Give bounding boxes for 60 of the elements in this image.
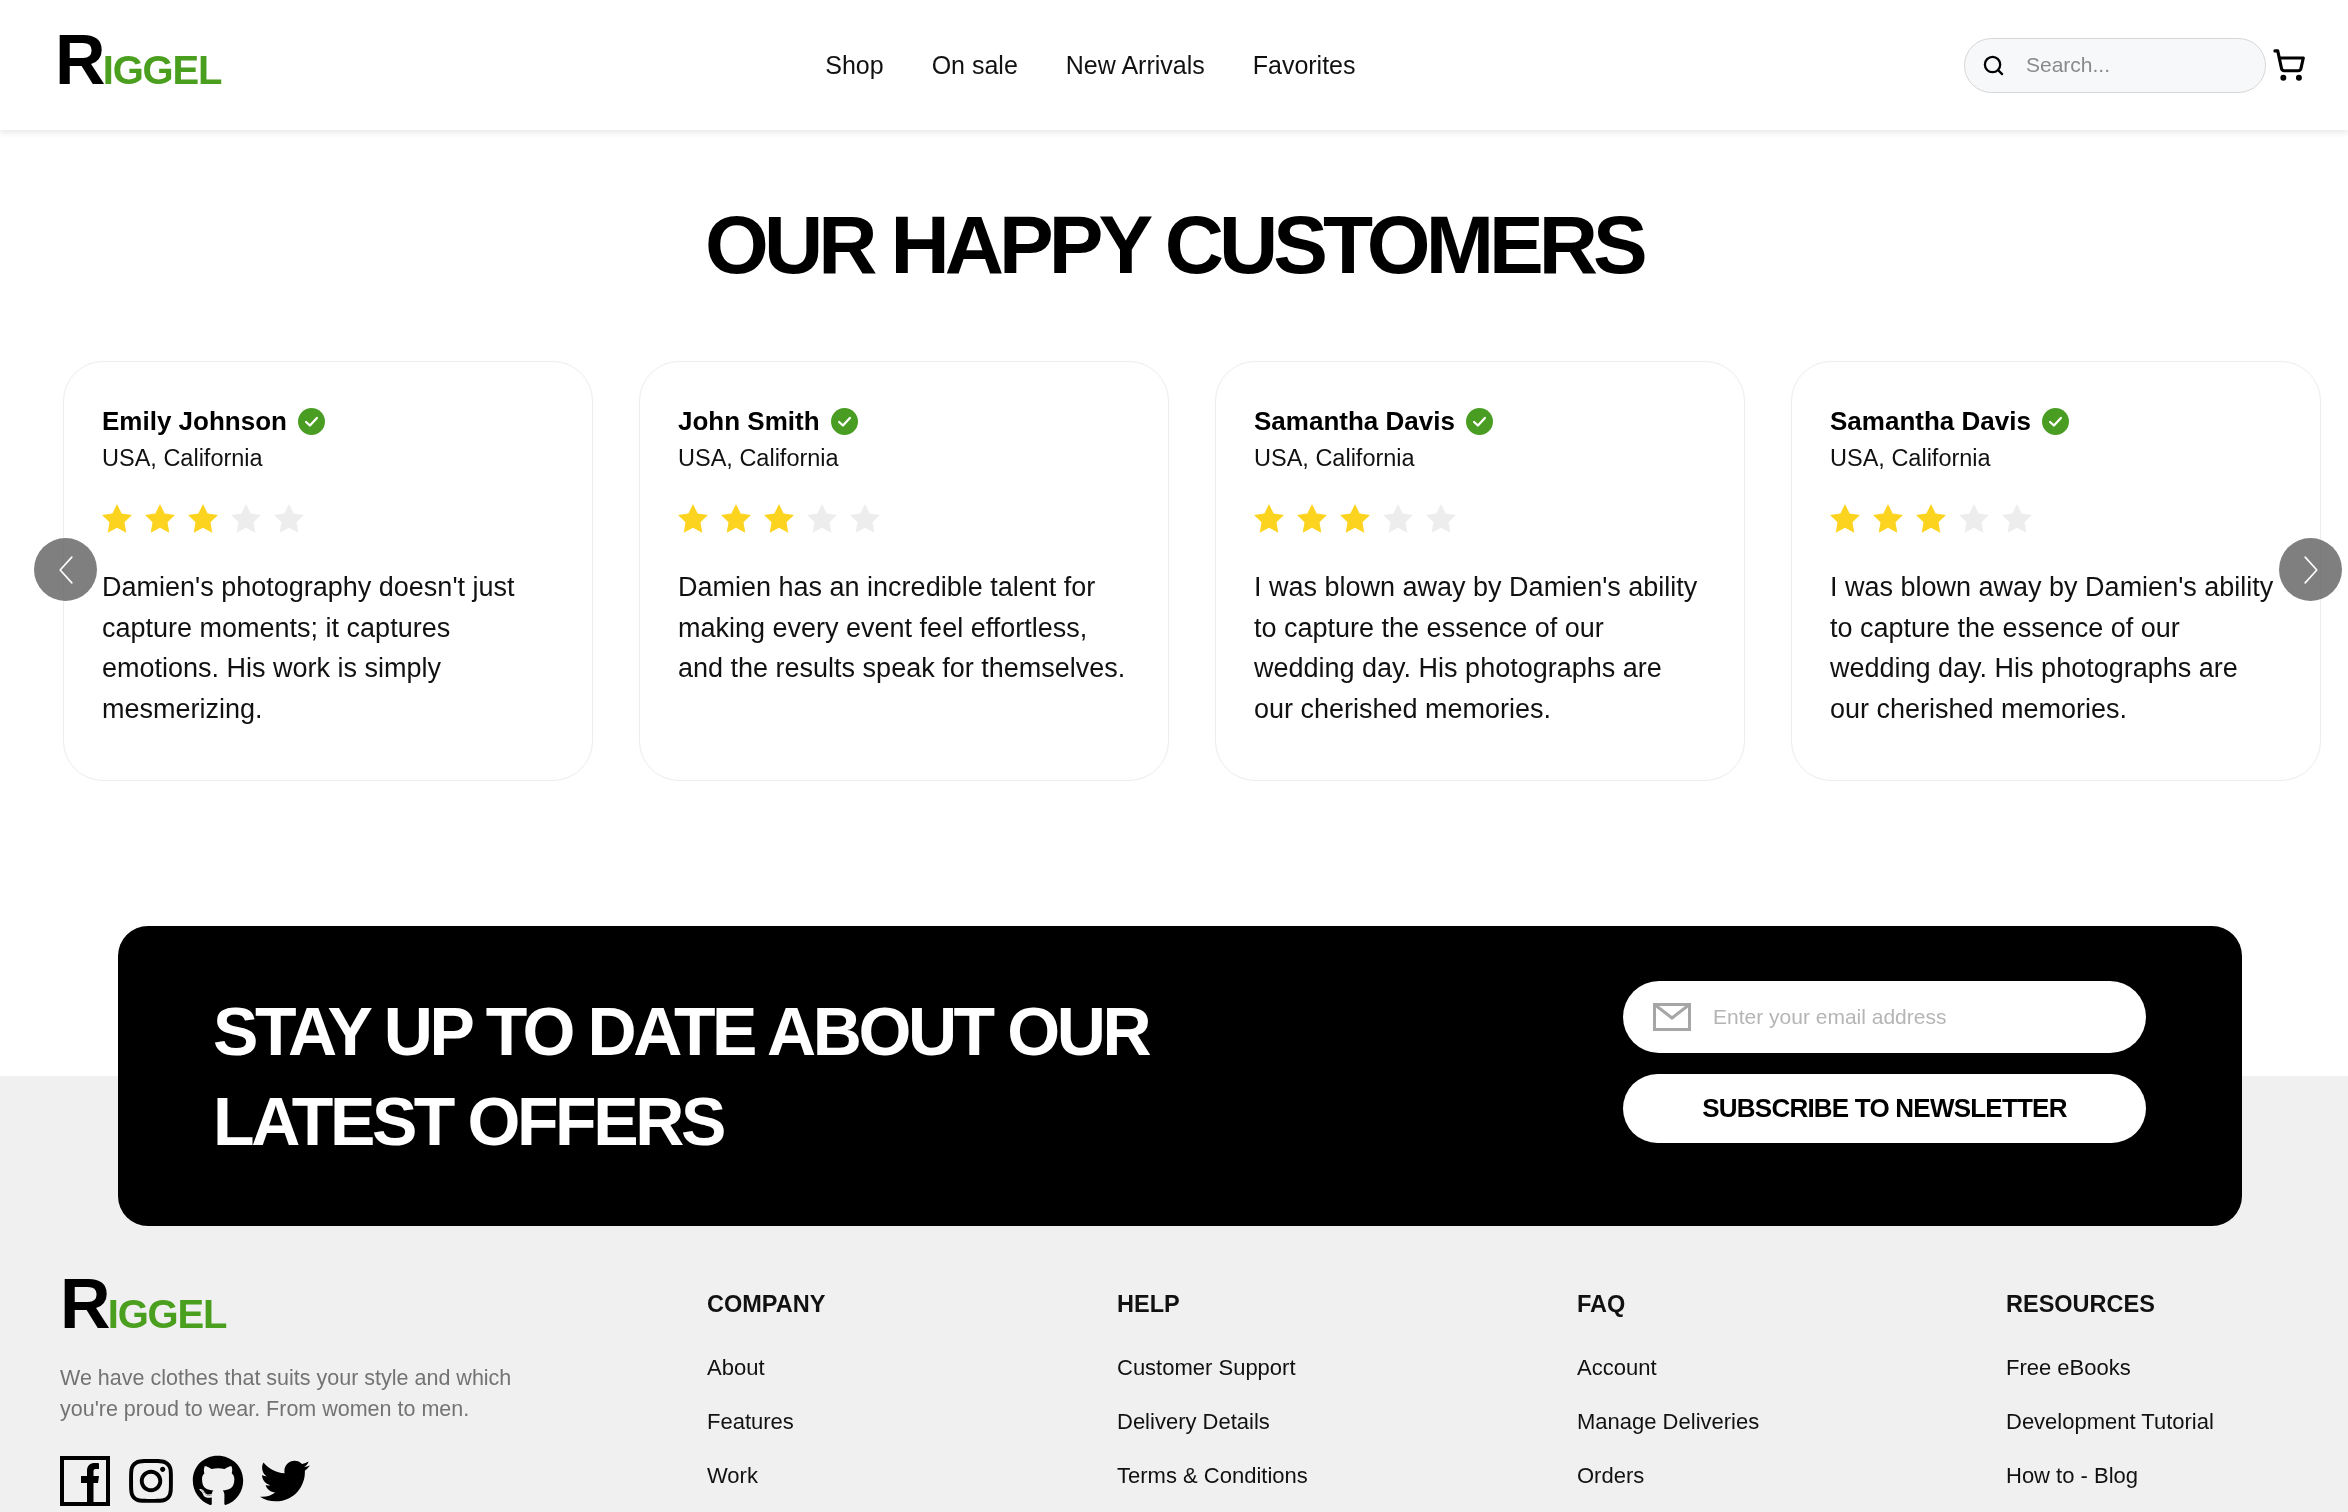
footer-link[interactable]: Account <box>1577 1353 1657 1383</box>
footer-link[interactable]: Free eBooks <box>2006 1353 2131 1383</box>
star-icon <box>145 504 175 533</box>
email-field[interactable]: Enter your email address <box>1623 981 2146 1053</box>
nav-link[interactable]: New Arrivals <box>1065 50 1205 80</box>
review-text: I was blown away by Damien's ability to capture the essence of our wedding day. His photographs are our cherished memories. <box>1254 571 1699 726</box>
nav-link[interactable]: Shop <box>825 50 884 80</box>
newsletter-title: STAY UP TO DATE ABOUT OUR LATEST OFFERS <box>213 992 1150 1161</box>
footer-heading: FAQ <box>1577 1290 1626 1319</box>
star-icon <box>1254 504 1284 533</box>
star-icon <box>1340 504 1370 533</box>
star-icon <box>1916 504 1946 533</box>
nav-link[interactable]: On sale <box>931 50 1018 80</box>
facebook-icon[interactable] <box>60 1456 110 1506</box>
section-title: OUR HAPPY CUSTOMERS <box>705 204 1643 286</box>
footer-link[interactable]: Features <box>707 1407 794 1437</box>
footer-heading: COMPANY <box>707 1290 826 1319</box>
cart-icon[interactable] <box>2272 48 2306 82</box>
reviewer-name: Emily Johnson <box>102 405 287 438</box>
star-icon <box>1830 504 1860 533</box>
footer-link[interactable]: Orders <box>1577 1461 1645 1491</box>
reviewer-location: USA, California <box>102 444 263 473</box>
star-icon <box>188 504 218 533</box>
chevron-left-icon <box>58 555 73 584</box>
review-text: I was blown away by Damien's ability to capture the essence of our wedding day. His photographs are our cherished memories. <box>1830 571 2275 726</box>
reviewer-location: USA, California <box>1254 444 1415 473</box>
star-icon <box>1297 504 1327 533</box>
reviewer-name: Samantha Davis <box>1830 405 2031 438</box>
review-text: Damien's photography doesn't just capture moments; it captures emotions. His work is simply mesmerizing. <box>102 571 516 726</box>
footer-heading: RESOURCES <box>2006 1290 2155 1319</box>
reviewer-name: John Smith <box>678 405 820 438</box>
footer-link[interactable]: Manage Deliveries <box>1577 1407 1760 1437</box>
star-icon <box>102 504 132 533</box>
chevron-right-icon <box>2303 555 2318 584</box>
star-icon <box>678 504 708 533</box>
footer-link[interactable]: Terms & Conditions <box>1117 1461 1308 1491</box>
star-icon <box>1873 504 1903 533</box>
footer-description: We have clothes that suits your style and which you're proud to wear. From women to men. <box>60 1365 513 1423</box>
instagram-icon[interactable] <box>126 1456 176 1506</box>
riggel-logo: RIGGEL <box>60 1278 227 1340</box>
reviewer-name: Samantha Davis <box>1254 405 1455 438</box>
star-icon <box>764 504 794 533</box>
riggel-logo[interactable]: RIGGEL <box>55 34 222 96</box>
star-icon <box>721 504 751 533</box>
footer-link[interactable]: About <box>707 1353 765 1383</box>
mail-icon <box>1653 1003 1691 1031</box>
github-icon[interactable] <box>192 1455 244 1507</box>
search-icon <box>1982 53 2005 77</box>
footer-link[interactable]: How to - Blog <box>2006 1461 2139 1491</box>
footer-link[interactable]: Customer Support <box>1117 1353 1296 1383</box>
reviewer-location: USA, California <box>1830 444 1991 473</box>
reviewer-location: USA, California <box>678 444 839 473</box>
footer-link[interactable]: Delivery Details <box>1117 1407 1270 1437</box>
search-field[interactable]: Search... <box>1964 37 2266 93</box>
footer-link[interactable]: Development Tutorial <box>2006 1407 2214 1437</box>
footer-heading: HELP <box>1117 1290 1180 1319</box>
review-text: Damien has an incredible talent for making every event feel effortless, and the results speak for themselves. <box>678 571 1127 685</box>
subscribe-button[interactable]: SUBSCRIBE TO NEWSLETTER <box>1623 1074 2146 1143</box>
footer-link[interactable]: Work <box>707 1461 758 1491</box>
nav-link[interactable]: Favorites <box>1252 50 1356 80</box>
